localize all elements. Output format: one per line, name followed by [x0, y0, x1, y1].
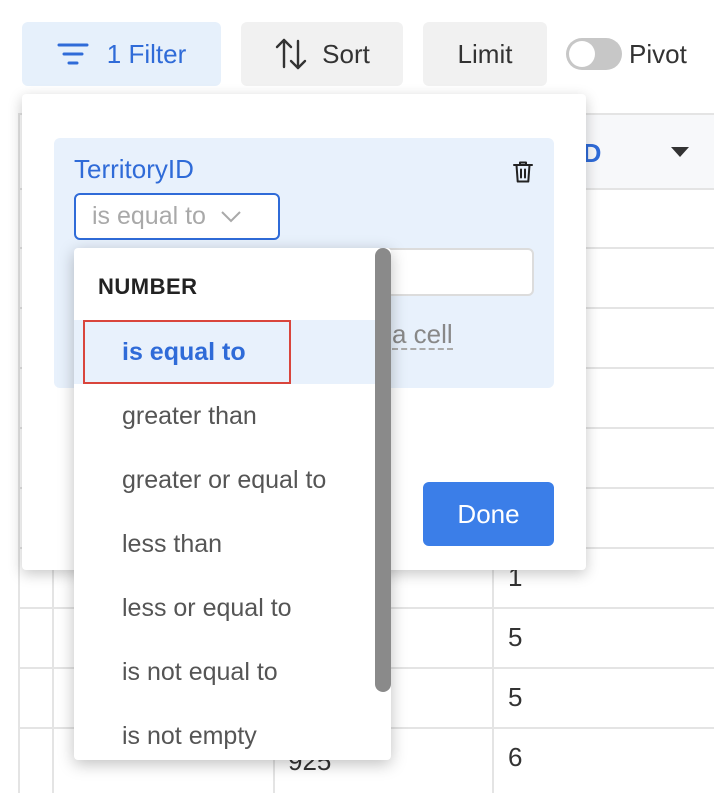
highlight-box	[83, 320, 291, 384]
trash-icon[interactable]	[512, 160, 534, 189]
table-cell: 5	[508, 682, 523, 712]
operator-dropdown-menu: NUMBER is equal to greater than greater …	[74, 248, 391, 760]
limit-button[interactable]: Limit	[423, 22, 547, 86]
menu-option-label: greater or equal to	[122, 465, 327, 494]
menu-option-is-equal-to[interactable]: is equal to	[74, 320, 391, 384]
table-cell: 6	[508, 742, 523, 772]
filter-button-label: 1 Filter	[106, 38, 187, 69]
menu-option-label: less or equal to	[122, 593, 292, 622]
menu-group-label: NUMBER	[98, 274, 198, 299]
select-cell-link[interactable]: a cell	[392, 320, 453, 350]
operator-select[interactable]: is equal to	[74, 193, 280, 240]
sort-button[interactable]: Sort	[241, 22, 403, 86]
filter-lines-icon	[57, 42, 89, 66]
sort-arrows-icon	[274, 37, 308, 71]
filter-value-input[interactable]	[376, 248, 534, 296]
menu-option-greater-or-equal-to[interactable]: greater or equal to	[74, 448, 391, 512]
filter-button[interactable]: 1 Filter	[22, 22, 221, 86]
limit-button-label: Limit	[457, 38, 513, 69]
menu-option-greater-than[interactable]: greater than	[74, 384, 391, 448]
pivot-label: Pivot	[629, 38, 687, 69]
menu-option-label: is not empty	[122, 721, 257, 750]
pivot-toggle-group[interactable]: Pivot	[566, 22, 687, 86]
caret-down-icon[interactable]	[671, 147, 689, 157]
pivot-toggle[interactable]	[566, 38, 622, 70]
menu-option-less-or-equal-to[interactable]: less or equal to	[74, 576, 391, 640]
menu-option-label: is not equal to	[122, 657, 278, 686]
filter-field-name[interactable]: TerritoryID	[74, 154, 194, 185]
menu-option-label: greater than	[122, 401, 257, 430]
done-button[interactable]: Done	[423, 482, 554, 546]
menu-option-less-than[interactable]: less than	[74, 512, 391, 576]
operator-select-value: is equal to	[92, 202, 206, 230]
menu-option-is-not-empty[interactable]: is not empty	[74, 704, 391, 760]
menu-option-label: less than	[122, 529, 223, 558]
menu-scrollbar[interactable]	[375, 248, 391, 692]
table-cell: 5	[508, 622, 523, 652]
done-button-label: Done	[457, 498, 520, 529]
chevron-down-icon	[220, 202, 242, 231]
menu-option-is-not-equal-to[interactable]: is not equal to	[74, 640, 391, 704]
sort-button-label: Sort	[322, 38, 370, 69]
